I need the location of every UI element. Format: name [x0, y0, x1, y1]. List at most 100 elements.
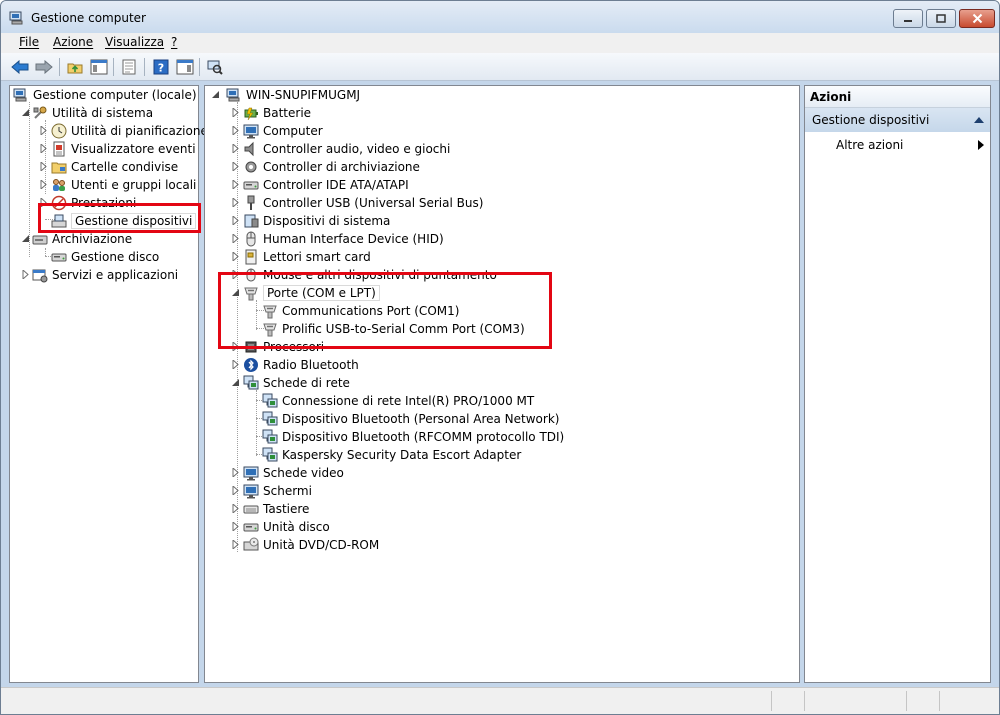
actions-section-gestione-dispositivi[interactable]: Gestione dispositivi	[805, 108, 990, 132]
minimize-button[interactable]	[893, 9, 923, 28]
device-category-computer[interactable]: Computer	[243, 122, 323, 140]
menu-file[interactable]: File	[19, 35, 39, 49]
collapse-up-icon[interactable]	[974, 116, 984, 123]
device-category-hid[interactable]: Human Interface Device (HID)	[243, 230, 444, 248]
usb-icon	[247, 195, 255, 211]
hid-icon	[246, 231, 256, 247]
network-adapter-icon	[262, 429, 278, 444]
device-category-sistema[interactable]: Dispositivi di sistema	[243, 212, 390, 230]
collapsed-arrow-icon[interactable]	[231, 234, 240, 243]
device-category-ide[interactable]: Controller IDE ATA/ATAPI	[243, 176, 409, 194]
tree-item-servizi-applicazioni[interactable]: Servizi e applicazioni	[32, 266, 178, 284]
actions-pane: Azioni Gestione dispositivi Altre azioni	[804, 85, 991, 683]
collapsed-arrow-icon[interactable]	[39, 162, 48, 171]
forward-button[interactable]	[34, 57, 54, 77]
back-button[interactable]	[10, 57, 30, 77]
tree-item-utenti-gruppi[interactable]: Utenti e gruppi locali	[51, 176, 196, 194]
more-actions-item[interactable]: Altre azioni	[836, 138, 903, 152]
device-bluetooth-pan[interactable]: Dispositivo Bluetooth (Personal Area Net…	[262, 410, 559, 428]
device-category-batterie[interactable]: Batterie	[243, 104, 311, 122]
tree-item-label: Utilità di sistema	[52, 106, 154, 120]
device-category-smartcard[interactable]: Lettori smart card	[243, 248, 371, 266]
tree-item-cartelle-condivise[interactable]: Cartelle condivise	[51, 158, 178, 176]
collapsed-arrow-icon[interactable]	[39, 144, 48, 153]
svg-text:?: ?	[158, 62, 164, 75]
smart-card-icon	[245, 249, 257, 265]
window-title: Gestione computer	[31, 11, 146, 25]
device-category-archiviazione[interactable]: Controller di archiviazione	[243, 158, 420, 176]
collapsed-arrow-icon[interactable]	[231, 540, 240, 549]
tree-item-utilita-di-sistema[interactable]: Utilità di sistema	[32, 104, 153, 122]
toolbar-separator	[199, 58, 200, 76]
show-console-tree-button[interactable]	[89, 57, 109, 77]
expanded-arrow-icon[interactable]	[21, 108, 30, 117]
shared-folder-icon	[51, 162, 67, 174]
tree-item-label: Controller di archiviazione	[263, 160, 420, 174]
tree-item-label: Unità disco	[263, 520, 330, 534]
collapsed-arrow-icon[interactable]	[231, 180, 240, 189]
up-one-level-button[interactable]	[65, 57, 85, 77]
folder-up-icon	[67, 63, 83, 74]
collapsed-arrow-icon[interactable]	[231, 252, 240, 261]
tree-item-root[interactable]: Gestione computer (locale)	[13, 86, 197, 104]
close-icon	[972, 13, 982, 24]
device-category-unita-disco[interactable]: Unità disco	[243, 518, 330, 536]
expanded-arrow-icon[interactable]	[211, 90, 220, 99]
collapsed-arrow-icon[interactable]	[231, 360, 240, 369]
tree-item-label: Unità DVD/CD-ROM	[263, 538, 380, 552]
help-button[interactable]: ?	[151, 57, 171, 77]
show-action-pane-button[interactable]	[175, 57, 195, 77]
device-intel-network[interactable]: Connessione di rete Intel(R) PRO/1000 MT	[262, 392, 534, 410]
collapsed-arrow-icon[interactable]	[231, 468, 240, 477]
collapsed-arrow-icon[interactable]	[231, 216, 240, 225]
collapsed-arrow-icon[interactable]	[231, 522, 240, 531]
device-category-usb[interactable]: Controller USB (Universal Serial Bus)	[243, 194, 483, 212]
tree-item-label: Utilità di pianificazione	[71, 124, 208, 138]
device-category-dvd[interactable]: Unità DVD/CD-ROM	[243, 536, 379, 554]
collapsed-arrow-icon[interactable]	[231, 108, 240, 117]
computer-management-icon	[13, 88, 27, 102]
close-button[interactable]	[959, 9, 995, 28]
menu-azione[interactable]: Azione	[53, 35, 93, 49]
collapsed-arrow-icon[interactable]	[39, 126, 48, 135]
device-category-audio[interactable]: Controller audio, video e giochi	[243, 140, 450, 158]
maximize-button[interactable]	[926, 9, 956, 28]
device-kaspersky-adapter[interactable]: Kaspersky Security Data Escort Adapter	[262, 446, 521, 464]
network-adapter-icon	[262, 411, 278, 426]
services-icon	[32, 269, 48, 283]
menu-visualizza[interactable]: Visualizza	[105, 35, 164, 49]
minimize-icon	[904, 19, 912, 22]
submenu-arrow-icon[interactable]	[978, 140, 984, 150]
status-separator	[939, 691, 940, 711]
tree-item-gestione-disco[interactable]: Gestione disco	[51, 248, 159, 266]
device-category-video[interactable]: Schede video	[243, 464, 344, 482]
expanded-arrow-icon[interactable]	[231, 378, 240, 387]
device-category-schermi[interactable]: Schermi	[243, 482, 312, 500]
help-icon: ?	[153, 59, 169, 75]
device-tree-root[interactable]: WIN-SNUPIFMUGMJ	[226, 86, 360, 104]
highlight-box-gestione-dispositivi	[38, 203, 201, 233]
tree-item-utilita-pianificazione[interactable]: Utilità di pianificazione	[51, 122, 208, 140]
device-category-rete[interactable]: Schede di rete	[243, 374, 350, 392]
console-tree-pane[interactable]: Gestione computer (locale) Utilità di si…	[9, 85, 208, 683]
expanded-arrow-icon[interactable]	[21, 234, 30, 243]
tree-item-label: Controller IDE ATA/ATAPI	[263, 178, 409, 192]
collapsed-arrow-icon[interactable]	[231, 144, 240, 153]
properties-button[interactable]	[119, 57, 139, 77]
clock-icon	[51, 123, 67, 139]
device-category-tastiere[interactable]: Tastiere	[243, 500, 309, 518]
collapsed-arrow-icon[interactable]	[39, 180, 48, 189]
tree-item-visualizzatore-eventi[interactable]: Visualizzatore eventi	[51, 140, 196, 158]
device-category-bluetooth[interactable]: Radio Bluetooth	[243, 356, 359, 374]
collapsed-arrow-icon[interactable]	[231, 126, 240, 135]
collapsed-arrow-icon[interactable]	[231, 504, 240, 513]
menu-help[interactable]: ?	[171, 35, 177, 49]
device-bluetooth-rfcomm[interactable]: Dispositivo Bluetooth (RFCOMM protocollo…	[262, 428, 564, 446]
collapsed-arrow-icon[interactable]	[231, 162, 240, 171]
scan-hardware-button[interactable]	[205, 57, 225, 77]
title-bar[interactable]: Gestione computer	[1, 1, 999, 33]
collapsed-arrow-icon[interactable]	[231, 198, 240, 207]
collapsed-arrow-icon[interactable]	[21, 270, 30, 279]
device-tree-pane[interactable]: WIN-SNUPIFMUGMJ Batterie Computer Contro…	[204, 85, 800, 683]
collapsed-arrow-icon[interactable]	[231, 486, 240, 495]
